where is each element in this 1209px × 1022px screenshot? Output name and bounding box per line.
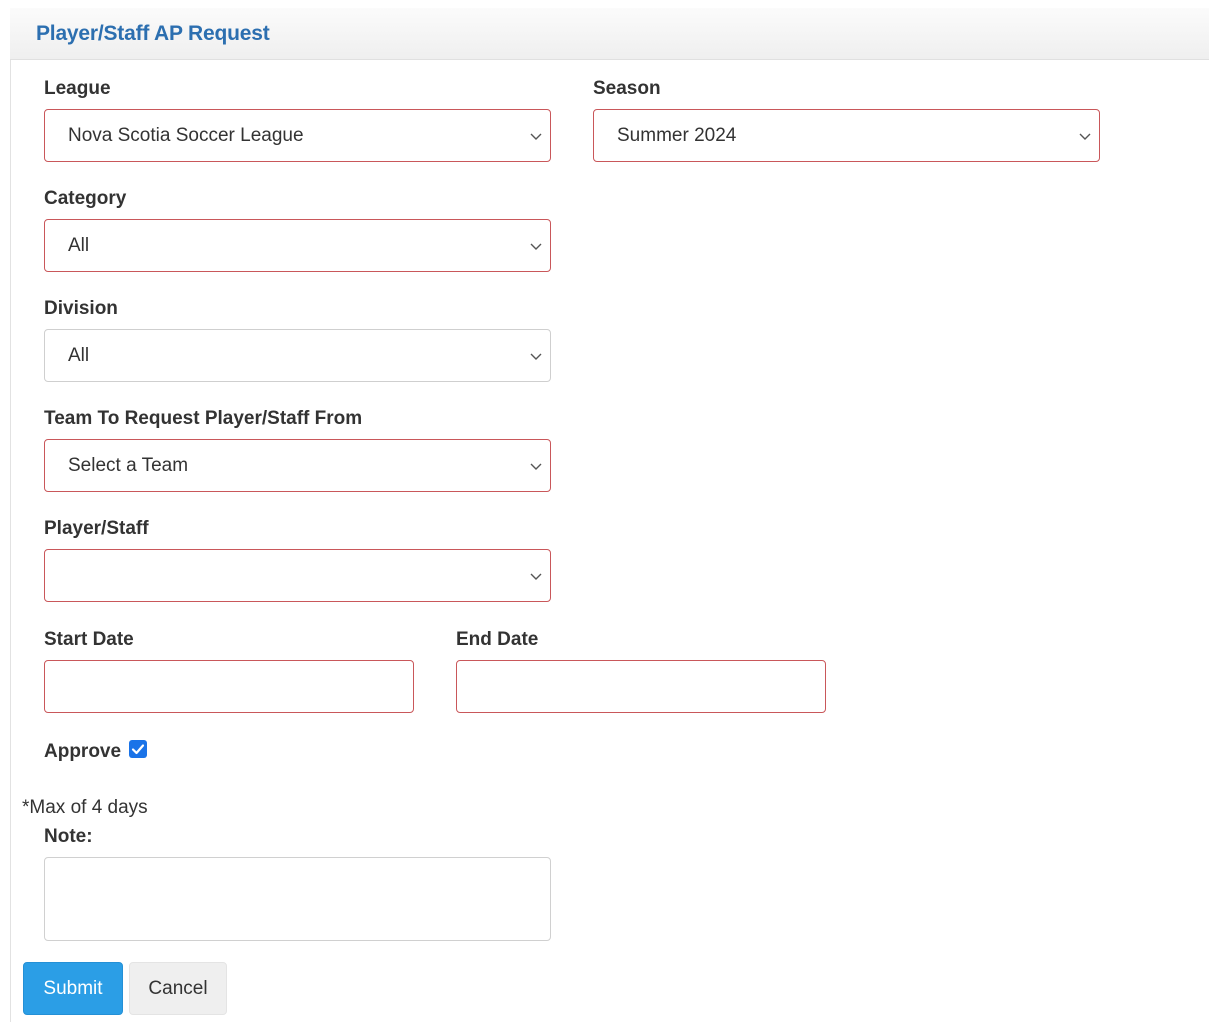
- start-date-input[interactable]: [44, 660, 414, 713]
- league-select[interactable]: Nova Scotia Soccer League: [44, 109, 551, 162]
- division-value: All: [68, 345, 90, 366]
- note-textarea[interactable]: [44, 857, 551, 941]
- category-value: All: [68, 235, 90, 256]
- approve-label: Approve: [44, 741, 122, 762]
- max-days-note: *Max of 4 days: [22, 797, 148, 818]
- chevron-down-icon: [530, 353, 542, 360]
- start-date-label: Start Date: [44, 629, 134, 650]
- chevron-down-icon: [530, 243, 542, 250]
- note-label: Note:: [44, 826, 93, 847]
- team-label: Team To Request Player/Staff From: [44, 408, 363, 429]
- chevron-down-icon: [530, 463, 542, 470]
- season-value: Summer 2024: [617, 125, 737, 146]
- team-select[interactable]: Select a Team: [44, 439, 551, 492]
- category-label: Category: [44, 188, 127, 209]
- chevron-down-icon: [530, 573, 542, 580]
- season-select[interactable]: Summer 2024: [593, 109, 1100, 162]
- player-staff-select[interactable]: [44, 549, 551, 602]
- league-value: Nova Scotia Soccer League: [68, 125, 304, 146]
- season-label: Season: [593, 78, 661, 99]
- submit-button[interactable]: Submit: [23, 962, 123, 1015]
- division-label: Division: [44, 298, 118, 319]
- player-staff-label: Player/Staff: [44, 518, 149, 539]
- division-select[interactable]: All: [44, 329, 551, 382]
- chevron-down-icon: [530, 133, 542, 140]
- league-label: League: [44, 78, 111, 99]
- page-title: Player/Staff AP Request: [36, 22, 270, 45]
- approve-checkbox[interactable]: [129, 740, 147, 758]
- checkmark-icon: [131, 744, 145, 755]
- end-date-label: End Date: [456, 629, 539, 650]
- cancel-button[interactable]: Cancel: [129, 962, 227, 1015]
- team-value: Select a Team: [68, 455, 189, 476]
- chevron-down-icon: [1079, 133, 1091, 140]
- end-date-input[interactable]: [456, 660, 826, 713]
- category-select[interactable]: All: [44, 219, 551, 272]
